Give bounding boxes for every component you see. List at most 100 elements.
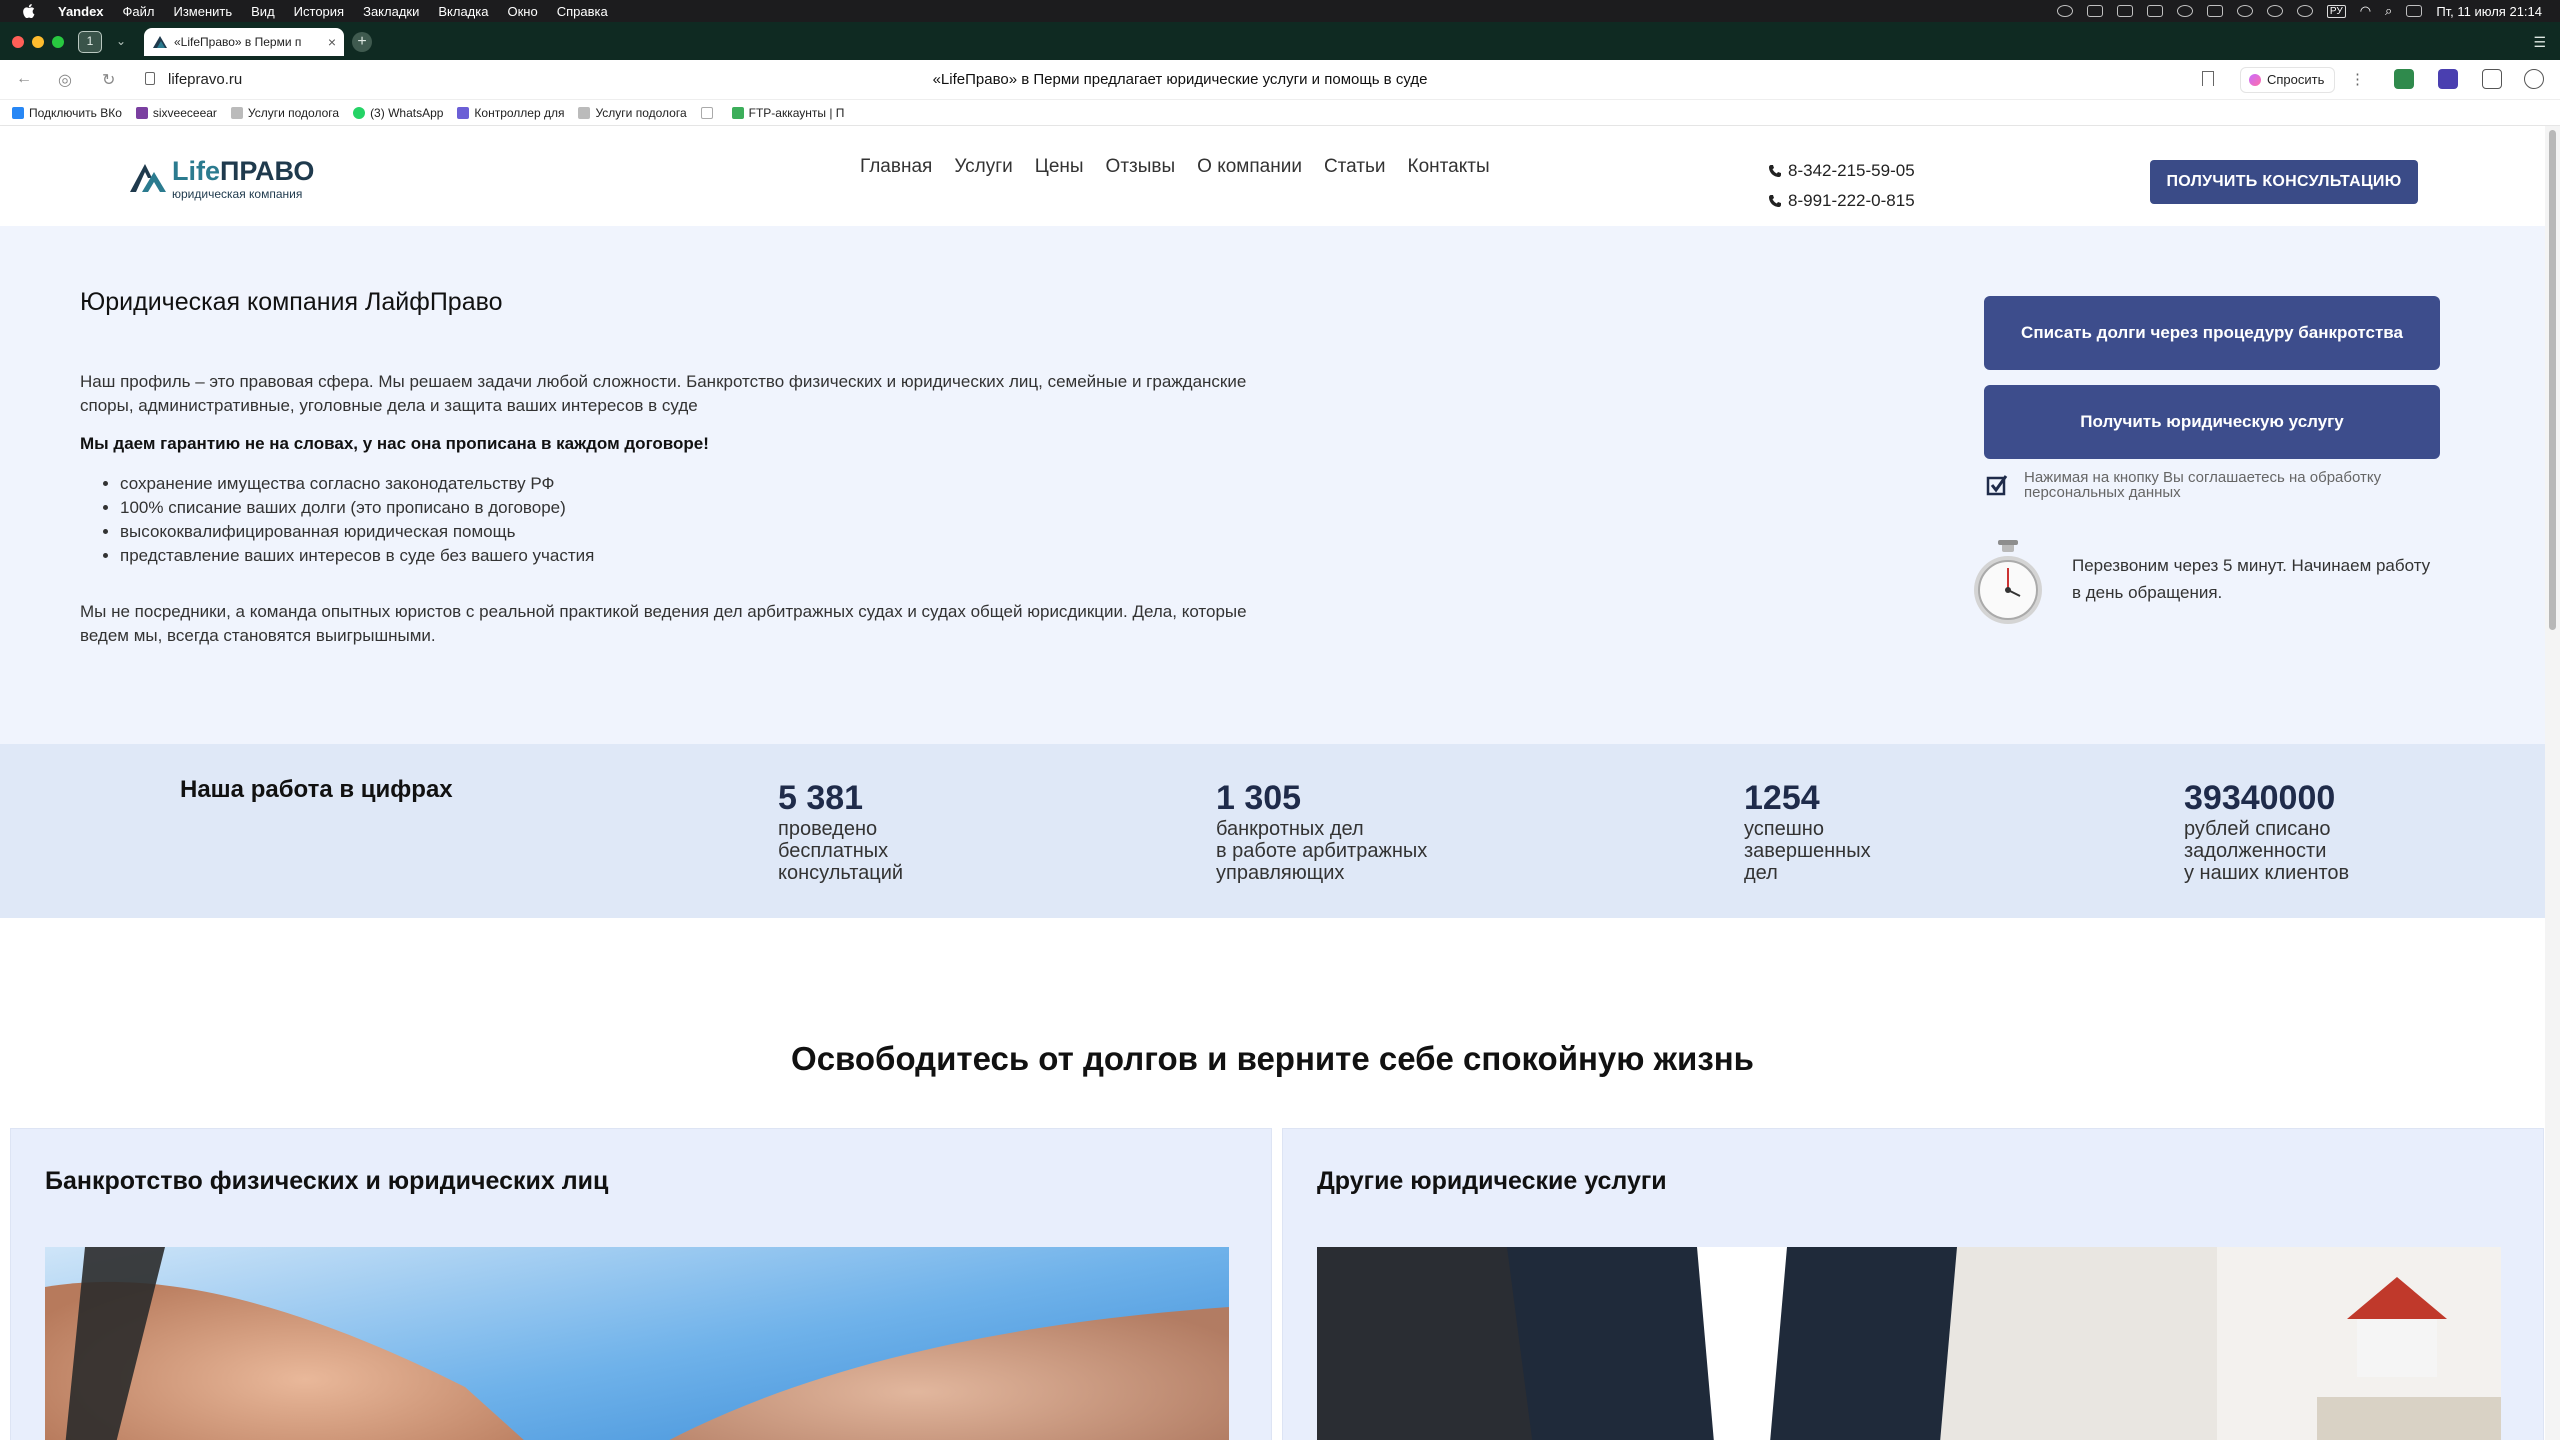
nav-articles[interactable]: Статьи [1324,156,1386,178]
pen-icon [578,106,591,119]
tray-app-icon[interactable] [2176,5,2193,17]
nav-contacts[interactable]: Контакты [1408,156,1490,178]
card-image [45,1247,1229,1440]
site-icon [135,106,148,119]
menu-window[interactable]: Окно [507,4,537,19]
menu-bookmarks[interactable]: Закладки [363,4,419,19]
bookmark-item[interactable] [700,106,718,119]
tray-app-icon[interactable] [2206,5,2223,17]
legal-service-button[interactable]: Получить юридическую услугу [1984,385,2440,459]
minimize-window-button[interactable] [32,36,44,48]
bookmark-item[interactable]: Контроллер для [457,106,564,120]
menu-history[interactable]: История [294,4,344,19]
apple-icon[interactable] [20,4,38,18]
active-tab[interactable]: «LifeПраво» в Перми п × [144,28,344,56]
more-options-icon[interactable]: ⋮ [2350,70,2365,88]
zoom-window-button[interactable] [52,36,64,48]
creative-cloud-icon[interactable] [2266,5,2283,17]
downloads-icon[interactable] [2482,69,2502,89]
menu-app-name[interactable]: Yandex [58,4,104,19]
phone-icon [1769,195,1781,207]
hero-title: Юридическая компания ЛайфПраво [80,288,503,316]
consent-text: Нажимая на кнопку Вы соглашаетесь на обр… [2024,469,2382,501]
bookmark-item[interactable]: Подключить ВКо [12,106,122,120]
get-consultation-button[interactable]: ПОЛУЧИТЬ КОНСУЛЬТАЦИЮ [2150,160,2418,204]
phone-number[interactable]: 8-991-222-0-815 [1788,191,1915,211]
profile-icon[interactable] [2524,69,2544,89]
alice-ask-button[interactable]: Спросить [2240,67,2336,93]
nav-home[interactable]: Главная [860,156,932,178]
consent-checkbox[interactable] [1986,474,2008,496]
menu-file[interactable]: Файл [123,4,155,19]
input-language[interactable]: РУ [2326,4,2346,18]
service-card-other[interactable]: Другие юридические услуги [1282,1128,2544,1440]
phone-number[interactable]: 8-342-215-59-05 [1788,161,1915,181]
whatsapp-icon [353,106,366,119]
card-title: Банкротство физических и юридических лиц [45,1167,609,1195]
stat-value: 1 305 [1216,779,1302,817]
bookmark-label: Подключить ВКо [29,105,122,120]
site-icon [457,106,470,119]
bankruptcy-button[interactable]: Списать долги через процедуру банкротств… [1984,296,2440,370]
wifi-icon[interactable]: ◠ [2360,3,2371,19]
site-icon [731,106,744,119]
bookmark-item[interactable]: sixveeceear [135,105,217,120]
callback-text: Перезвоним через 5 минут. Начинаем работ… [2072,556,2431,602]
stat-label: успешно завершенных дел [1744,818,1871,884]
tray-app-icon[interactable] [2146,5,2163,17]
phone-item[interactable]: 8-991-222-0-815 [1768,186,1915,216]
menu-view[interactable]: Вид [251,4,275,19]
bookmark-item[interactable]: FTP-аккаунты | П [731,105,845,120]
bookmark-icon[interactable] [2202,71,2214,86]
headphones-icon[interactable] [2236,5,2253,17]
extension-icon[interactable] [2394,69,2414,89]
phone-list: 8-342-215-59-05 8-991-222-0-815 [1768,156,1915,216]
tab-count-button[interactable]: 1 [78,31,102,53]
nav-about[interactable]: О компании [1197,156,1302,178]
list-item: представление ваших интересов в суде без… [120,544,594,568]
nav-prices[interactable]: Цены [1035,156,1084,178]
bookmark-label: sixveeceear [152,105,217,120]
logo-mark-icon [130,164,166,192]
extension-icon[interactable] [2438,69,2458,89]
tray-app-icon[interactable] [2296,5,2313,17]
logo-tagline: юридическая компания [172,187,303,201]
hero-guarantee: Мы даем гарантию не на словах, у нас она… [80,434,709,453]
nav-reviews[interactable]: Отзывы [1106,156,1176,178]
phone-item[interactable]: 8-342-215-59-05 [1768,156,1915,186]
stat-label: проведено бесплатных консультаций [778,818,904,884]
service-card-bankruptcy[interactable]: Банкротство физических и юридических лиц [10,1128,1272,1440]
bookmark-item[interactable]: (3) WhatsApp [353,106,443,120]
bookmark-item[interactable]: Услуги подолога [578,106,687,120]
main-nav: Главная Услуги Цены Отзывы О компании Ст… [860,156,1490,178]
bookmark-label: FTP-аккаунты | П [748,105,845,120]
status-icon[interactable] [2056,5,2073,17]
spotlight-icon[interactable]: ⌕ [2385,3,2392,19]
hero-intro: Наш профиль – это правовая сфера. Мы реш… [80,372,1247,415]
new-tab-button[interactable]: + [352,32,372,52]
bookmarks-bar: Подключить ВКо sixveeceear Услуги подоло… [0,100,2560,126]
card-image [1317,1247,2501,1440]
menu-edit[interactable]: Изменить [174,4,233,19]
control-center-icon[interactable] [2406,5,2423,17]
stat-label: рублей списано задолженности у наших кли… [2184,818,2350,884]
hero-outro: Мы не посредники, а команда опытных юрис… [80,602,1247,645]
chevron-down-icon[interactable]: ⌄ [116,34,126,48]
list-item: 100% списание ваших долги (это прописано… [120,496,594,520]
phone-icon [1769,165,1781,177]
close-window-button[interactable] [12,36,24,48]
lifepravo-favicon [153,36,167,48]
tray-app-icon[interactable] [2116,5,2133,17]
tray-app-icon[interactable] [2086,5,2103,17]
page-scrollbar[interactable] [2545,126,2560,1440]
bookmark-item[interactable]: Услуги подолога [230,106,339,120]
browser-menu-icon[interactable]: ☰ [2533,34,2546,51]
nav-services[interactable]: Услуги [954,156,1012,178]
menu-help[interactable]: Справка [557,4,608,19]
hero-section: Юридическая компания ЛайфПраво Наш профи… [0,226,2545,744]
close-tab-icon[interactable]: × [328,34,336,50]
scrollbar-thumb[interactable] [2549,130,2556,630]
menubar-clock[interactable]: Пт, 11 июля 21:14 [2436,4,2542,19]
menu-tab[interactable]: Вкладка [438,4,488,19]
debts-section-title: Освободитесь от долгов и верните себе сп… [791,1040,1754,1077]
